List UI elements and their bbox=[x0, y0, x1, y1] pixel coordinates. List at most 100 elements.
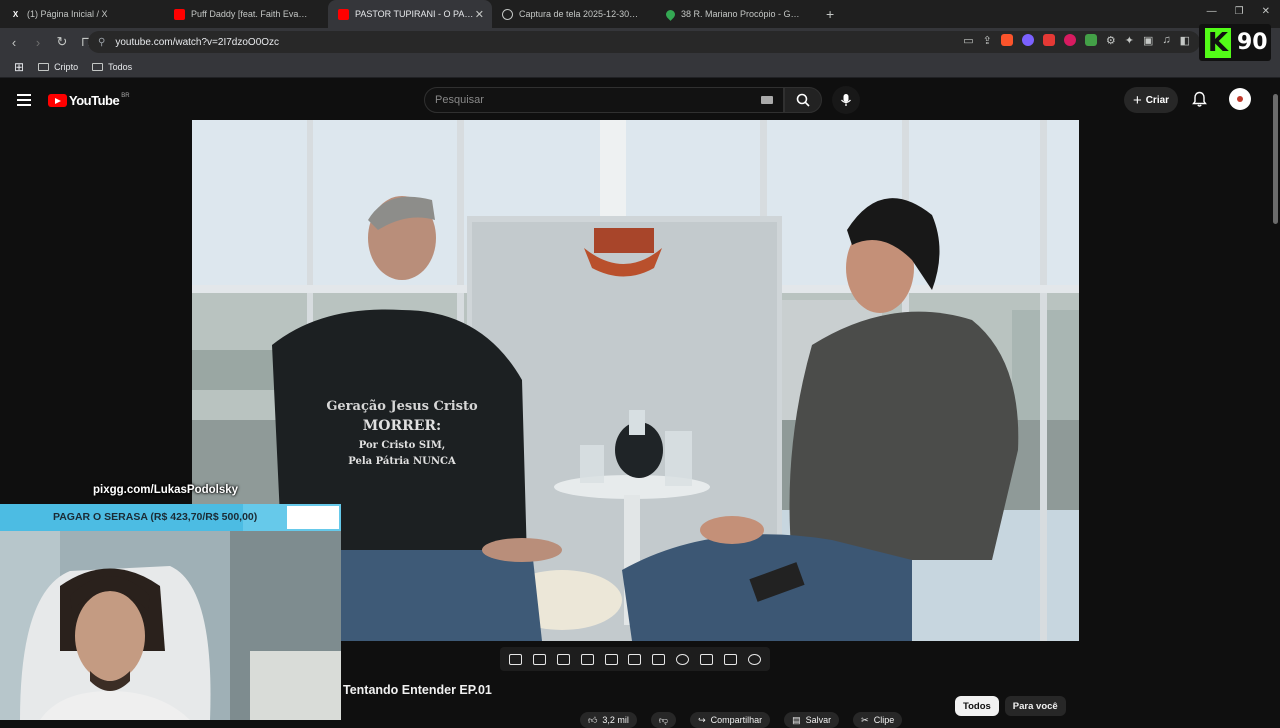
forward-icon[interactable]: › bbox=[28, 35, 48, 50]
save-button[interactable]: ▤ Salvar bbox=[784, 712, 840, 728]
settings-extension-icon[interactable]: ⚙ bbox=[1106, 34, 1116, 47]
side-panel-icon[interactable]: ◧ bbox=[1180, 34, 1190, 47]
close-tab-icon[interactable]: ✕ bbox=[475, 8, 484, 21]
video-title: Tentando Entender EP.01 bbox=[343, 683, 492, 697]
playlist-icon[interactable] bbox=[580, 653, 594, 665]
browser-tab-youtube-music[interactable]: Puff Daddy [feat. Faith Evans & 112] bbox=[164, 0, 328, 28]
save-icon: ▤ bbox=[792, 714, 801, 725]
dislike-icon: 👎︎ bbox=[658, 714, 669, 725]
keyboard-icon[interactable] bbox=[761, 96, 773, 104]
youtube-icon bbox=[174, 8, 185, 20]
voice-search-button[interactable] bbox=[832, 86, 860, 114]
media-control-icon[interactable]: ♫ bbox=[1162, 34, 1170, 47]
like-button[interactable]: 👍︎ 3,2 mil bbox=[580, 712, 637, 728]
bookmark-folder-todos[interactable]: Todos bbox=[92, 62, 132, 72]
bell-icon bbox=[1192, 91, 1207, 107]
donation-goal-bar: PAGAR O SERASA (R$ 423,70/R$ 500,00) bbox=[0, 504, 341, 531]
camera-icon[interactable] bbox=[723, 653, 737, 665]
new-tab-icon[interactable]: + bbox=[826, 6, 834, 22]
page-scrollbar[interactable] bbox=[1271, 80, 1280, 720]
tab-label: Puff Daddy [feat. Faith Evans & 112] bbox=[191, 9, 311, 19]
folder-icon bbox=[38, 62, 50, 71]
bookmark-folder-cripto[interactable]: Cripto bbox=[38, 62, 78, 72]
streamer-webcam bbox=[0, 531, 341, 720]
audio-icon[interactable] bbox=[557, 653, 571, 665]
extension-red-icon[interactable] bbox=[1042, 34, 1055, 46]
site-info-icon[interactable]: ⚲ bbox=[98, 37, 105, 48]
extension-pink-icon[interactable] bbox=[1063, 34, 1076, 46]
shirt-text: Geração Jesus Cristo bbox=[326, 399, 478, 414]
account-avatar[interactable] bbox=[1229, 88, 1251, 110]
puzzle-icon[interactable]: ✦ bbox=[1125, 34, 1134, 47]
search-placeholder: Pesquisar bbox=[435, 94, 484, 106]
create-button[interactable]: + Criar bbox=[1124, 87, 1178, 113]
youtube-header: YouTube BR Pesquisar + Criar bbox=[0, 80, 1280, 120]
extensions-row: ▭ ⇪ ⚙ ✦ ▣ ♫ ◧ bbox=[963, 34, 1190, 47]
create-label: Criar bbox=[1145, 94, 1170, 106]
like-count: 3,2 mil bbox=[602, 715, 629, 725]
search-button[interactable] bbox=[784, 87, 822, 113]
search-input[interactable]: Pesquisar bbox=[424, 87, 784, 113]
shirt-text: Por Cristo SIM, bbox=[359, 440, 446, 451]
brave-shield-icon[interactable] bbox=[1000, 34, 1013, 46]
save-label: Salvar bbox=[805, 715, 832, 725]
chip-para-voce[interactable]: Para você bbox=[1004, 696, 1066, 716]
folder-icon bbox=[92, 62, 104, 71]
minimize-icon[interactable]: — bbox=[1207, 6, 1217, 17]
picture-in-picture-icon[interactable] bbox=[628, 653, 642, 665]
goal-text: PAGAR O SERASA (R$ 423,70/R$ 500,00) bbox=[53, 511, 258, 523]
x-logo-icon: X bbox=[12, 9, 19, 19]
extension-green-icon[interactable] bbox=[1084, 34, 1097, 46]
notifications-button[interactable] bbox=[1192, 91, 1207, 113]
loop-icon[interactable] bbox=[509, 653, 523, 665]
window-controls: — ❐ ✕ bbox=[1207, 6, 1270, 17]
gear-icon[interactable] bbox=[747, 653, 761, 665]
share-icon: ↪ bbox=[698, 714, 706, 725]
cast-icon[interactable]: ▭ bbox=[963, 34, 973, 47]
maximize-icon[interactable]: ❐ bbox=[1235, 6, 1244, 17]
country-code: BR bbox=[121, 93, 130, 99]
clip-button[interactable]: ✂ Clipe bbox=[853, 712, 903, 728]
bookmark-label: Cripto bbox=[54, 61, 79, 72]
maps-pin-icon bbox=[664, 7, 677, 21]
video-actions: 👍︎ 3,2 mil 👎︎ ↪ Compartilhar ▤ Salvar ✂ Clip… bbox=[580, 712, 903, 728]
cinema-mode-icon[interactable] bbox=[652, 653, 666, 665]
sort-icon[interactable] bbox=[533, 653, 547, 665]
menu-icon[interactable] bbox=[17, 94, 31, 106]
back-icon[interactable]: ‹ bbox=[4, 35, 24, 50]
browser-tab-strip: X (1) Página Inicial / X Puff Daddy [fea… bbox=[0, 0, 1280, 28]
apps-grid-icon[interactable]: ⊞ bbox=[14, 60, 24, 74]
scrollbar-thumb[interactable] bbox=[1273, 94, 1278, 224]
screenshot-icon[interactable]: ▣ bbox=[1143, 34, 1153, 47]
browser-tab-active[interactable]: PASTOR TUPIRANI - O PASTOR ✕ bbox=[328, 0, 492, 28]
extension-purple-icon[interactable] bbox=[1021, 34, 1034, 46]
clapperboard-icon[interactable] bbox=[604, 653, 618, 665]
kick-viewer-count-overlay: K 90 bbox=[1199, 24, 1271, 61]
search-icon bbox=[796, 93, 810, 107]
dislike-button[interactable]: 👎︎ bbox=[650, 712, 677, 728]
browser-tab-maps[interactable]: 38 R. Mariano Procópio - Google Ma bbox=[656, 0, 820, 28]
shirt-text: Pela Pátria NUNCA bbox=[348, 456, 456, 467]
plus-icon: + bbox=[1132, 91, 1142, 109]
reload-icon[interactable]: ↻ bbox=[52, 34, 72, 50]
youtube-logo[interactable]: YouTube BR bbox=[48, 93, 130, 108]
chip-todos[interactable]: Todos bbox=[955, 696, 999, 716]
close-window-icon[interactable]: ✕ bbox=[1262, 6, 1270, 17]
url-text: youtube.com/watch?v=2I7dzoO0Ozc bbox=[115, 36, 280, 48]
globe-icon bbox=[502, 8, 513, 20]
browser-tab-screenshot[interactable]: Captura de tela 2025-12-30 172756 bbox=[492, 0, 656, 28]
tab-label: Captura de tela 2025-12-30 172756 bbox=[519, 9, 639, 19]
shirt-text: MORRER: bbox=[363, 418, 441, 434]
viewer-count: 90 bbox=[1237, 30, 1268, 55]
microphone-icon bbox=[841, 94, 851, 106]
browser-tab-x[interactable]: X (1) Página Inicial / X bbox=[0, 0, 164, 28]
share-label: Compartilhar bbox=[710, 715, 763, 725]
pix-donation-link: pixgg.com/LukasPodolsky bbox=[93, 484, 239, 496]
webcam-frame bbox=[0, 531, 341, 720]
tab-label: (1) Página Inicial / X bbox=[27, 9, 108, 19]
share-page-icon[interactable]: ⇪ bbox=[983, 34, 992, 47]
share-button[interactable]: ↪ Compartilhar bbox=[690, 712, 771, 728]
tab-label: 38 R. Mariano Procópio - Google Ma bbox=[681, 9, 801, 19]
add-icon[interactable] bbox=[699, 653, 713, 665]
speed-icon[interactable] bbox=[676, 653, 690, 665]
